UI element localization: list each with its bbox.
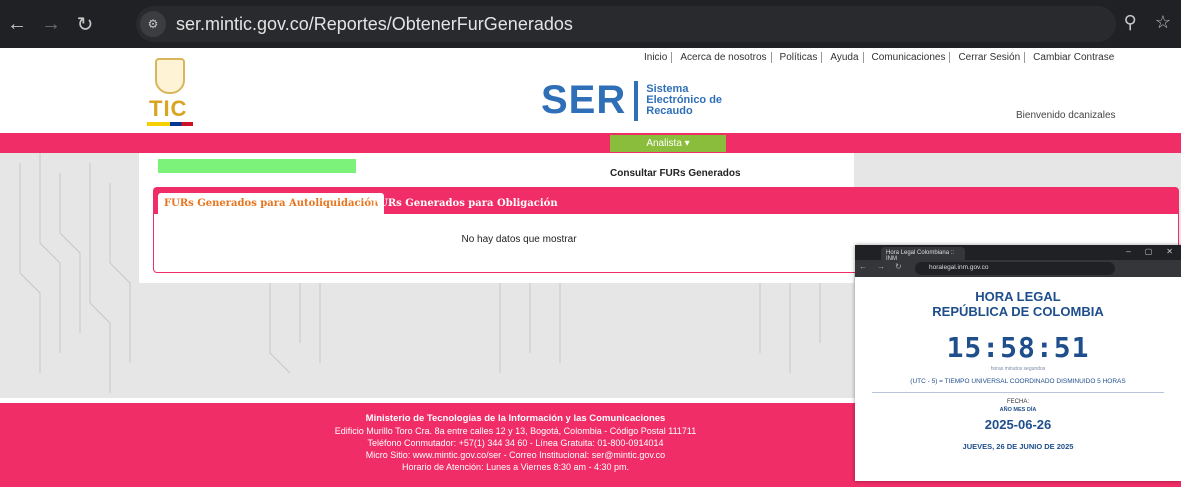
reload-icon[interactable]: ↻ (68, 12, 102, 37)
empty-message: No hay datos que mostrar (461, 234, 577, 245)
coat-of-arms-icon (155, 58, 185, 94)
legal-date: 2025-06-26 (984, 417, 1052, 432)
republica-heading: REPÚBLICA DE COLOMBIA (932, 304, 1104, 319)
footer-contact: Micro Sitio: www.mintic.gov.co/ser - Cor… (365, 450, 666, 460)
tab-autoliquidacion[interactable]: FURs Generados para Autoliquidación (158, 193, 385, 214)
role-dropdown[interactable]: Analista ▾ (610, 135, 726, 152)
popup-tab[interactable]: Hora Legal Colombiana :: INM (881, 247, 965, 262)
minimize-icon[interactable]: – (1126, 247, 1130, 256)
footer-title: Ministerio de Tecnologías de la Informac… (365, 413, 666, 424)
time-units: horas minutos segundos (990, 366, 1046, 372)
tab-obligacion[interactable]: FURs Generados para Obligación (366, 193, 564, 214)
bookmark-star-icon[interactable]: ☆ (1155, 12, 1171, 33)
nav-ayuda[interactable]: Ayuda (826, 52, 864, 63)
popup-url[interactable]: horalegal.inm.gov.co (915, 262, 1115, 275)
ser-logo: SER Sistema Electrónico de Recaudo (541, 78, 722, 123)
date-units: AÑO MES DÍA (999, 407, 1037, 413)
window-controls: – ▢ ✕ (1126, 247, 1173, 256)
hora-legal-window: Hora Legal Colombiana :: INM – ▢ ✕ ← → ↻… (855, 245, 1181, 481)
page-title: Consultar FURs Generados (610, 168, 741, 179)
nav-politicas[interactable]: Políticas (776, 52, 823, 63)
ser-subtitle-line3: Recaudo (646, 105, 693, 117)
flag-stripe (147, 122, 193, 126)
redaction-highlight (158, 159, 356, 173)
hora-legal-heading: HORA LEGAL (975, 289, 1061, 304)
zoom-icon[interactable]: ⚲ (1124, 12, 1137, 33)
tic-logo-text: TIC (149, 96, 188, 121)
day-text: JUEVES, 26 DE JUNIO DE 2025 (962, 442, 1074, 451)
footer-hours: Horario de Atención: Lunes a Viernes 8:3… (402, 462, 629, 472)
nav-inicio[interactable]: Inicio (640, 52, 673, 63)
close-icon[interactable]: ✕ (1166, 247, 1173, 256)
popup-reload-icon[interactable]: ↻ (895, 262, 902, 271)
back-icon[interactable]: ← (0, 13, 34, 36)
ser-logo-subtitle: Sistema Electrónico de Recaudo (646, 84, 722, 117)
address-bar[interactable]: ⚙ ser.mintic.gov.co/Reportes/ObtenerFurG… (136, 6, 1116, 42)
logo-divider (634, 80, 639, 121)
url-text[interactable]: ser.mintic.gov.co/Reportes/ObtenerFurGen… (176, 14, 573, 35)
forward-icon[interactable]: → (34, 13, 68, 36)
footer-phone: Teléfono Conmutador: +57(1) 344 34 60 - … (367, 438, 664, 448)
tabs-header: FURs Generados para Autoliquidación FURs… (154, 188, 1178, 214)
nav-comunicaciones[interactable]: Comunicaciones (868, 52, 951, 63)
browser-toolbar: ← → ↻ ⚙ ser.mintic.gov.co/Reportes/Obten… (0, 0, 1181, 48)
popup-addressbar: ← → ↻ horalegal.inm.gov.co (855, 260, 1181, 277)
nav-cambiar-contrasena[interactable]: Cambiar Contrase (1029, 52, 1118, 63)
role-bar (0, 133, 1181, 153)
popup-back-icon[interactable]: ← (859, 262, 867, 271)
top-navigation: Inicio Acerca de nosotros Políticas Ayud… (640, 52, 1118, 63)
site-settings-icon[interactable]: ⚙ (140, 11, 166, 37)
divider (872, 392, 1164, 393)
popup-content: HORA LEGAL REPÚBLICA DE COLOMBIA 15:58:5… (855, 277, 1181, 451)
popup-nav: ← → ↻ (859, 262, 902, 271)
mintic-logo[interactable]: TIC (147, 58, 197, 132)
welcome-text: Bienvenido dcanizales (1016, 110, 1116, 121)
footer-address: Edificio Murillo Toro Cra. 8a entre call… (334, 426, 697, 436)
nav-cerrar-sesion[interactable]: Cerrar Sesión (954, 52, 1026, 63)
popup-tabbar: Hora Legal Colombiana :: INM – ▢ ✕ (855, 245, 1181, 262)
legal-time: 15:58:51 (946, 331, 1090, 364)
ser-logo-text: SER (541, 78, 627, 122)
popup-forward-icon[interactable]: → (877, 262, 885, 271)
nav-acerca[interactable]: Acerca de nosotros (676, 52, 772, 63)
maximize-icon[interactable]: ▢ (1145, 247, 1153, 256)
fecha-label: FECHA: (1006, 399, 1029, 405)
utc-note: (UTC - 5) = TIEMPO UNIVERSAL COORDINADO … (910, 378, 1126, 385)
